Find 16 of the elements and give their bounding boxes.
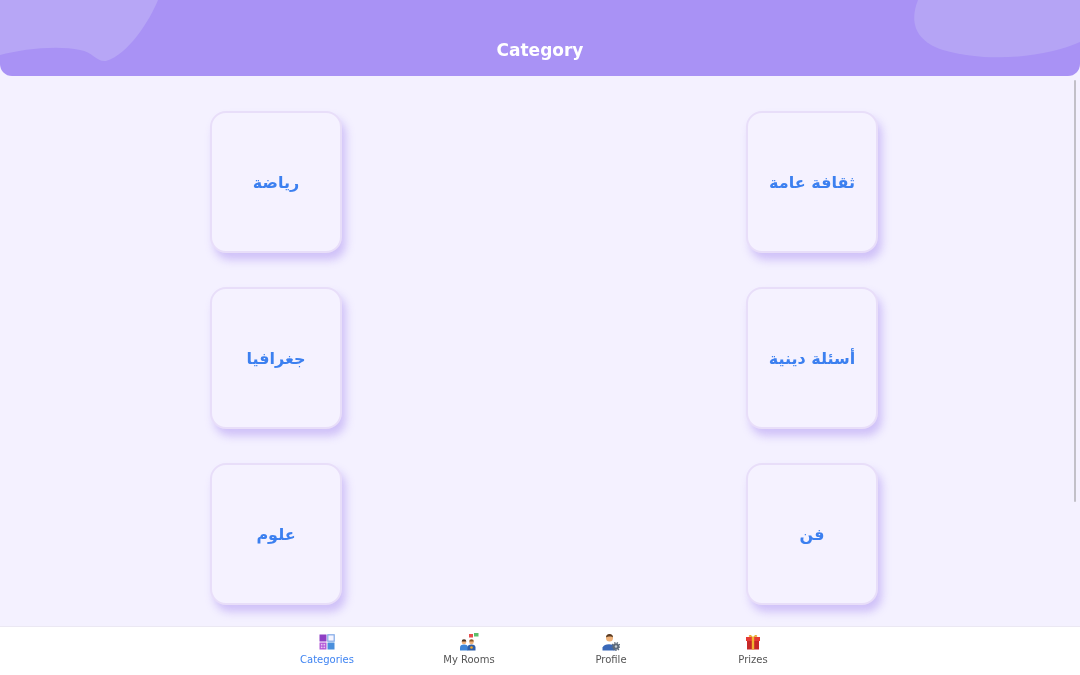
person-gear-icon (602, 633, 620, 651)
nav-tab[interactable]: Profile (540, 627, 682, 673)
category-card[interactable]: ثقافة عامة (746, 111, 878, 253)
nav-tab[interactable]: Prizes (682, 627, 824, 673)
category-card[interactable]: جغرافيا (210, 287, 342, 429)
page-title: Category (496, 40, 584, 60)
nav-tab[interactable]: My Rooms (398, 627, 540, 673)
category-card[interactable]: رياضة (210, 111, 342, 253)
category-grid-icon (319, 634, 335, 650)
category-card[interactable]: علوم (210, 463, 342, 605)
gift-icon (745, 634, 761, 650)
category-card[interactable]: أسئلة دينية (746, 287, 878, 429)
category-card[interactable]: فن (746, 463, 878, 605)
people-icon (459, 633, 479, 651)
scrollbar[interactable] (1074, 80, 1076, 502)
nav-tab[interactable]: Categories (256, 627, 398, 673)
